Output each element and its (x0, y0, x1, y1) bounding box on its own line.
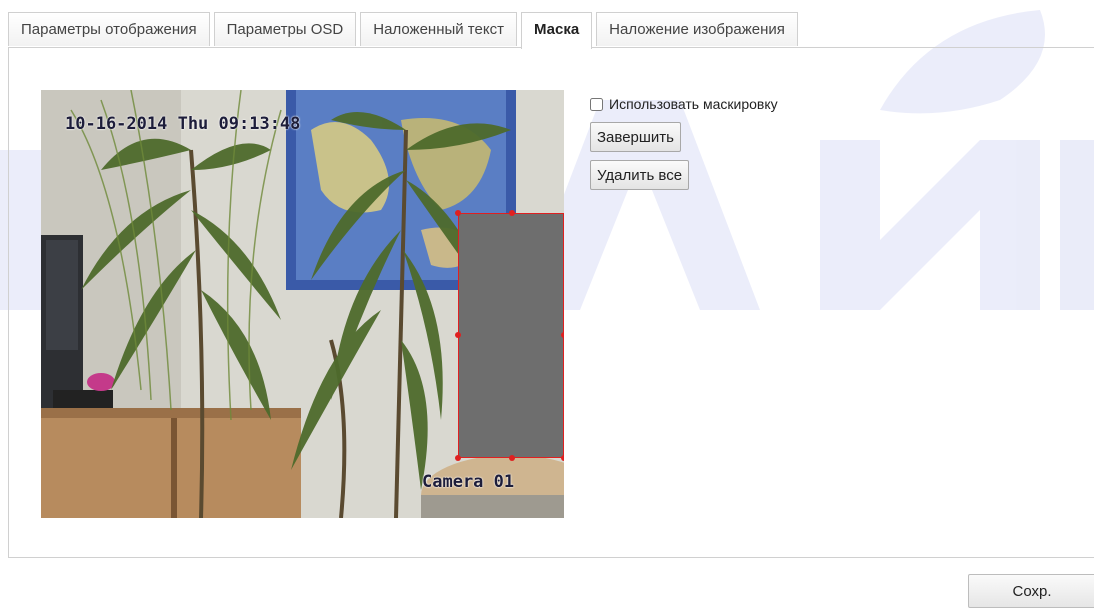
tab-text-overlay[interactable]: Наложенный текст (360, 12, 517, 46)
delete-all-button[interactable]: Удалить все (590, 160, 690, 190)
tab-mask[interactable]: Маска (520, 12, 593, 49)
save-button[interactable]: Сохр. (968, 574, 1094, 608)
tab-display-params[interactable]: Параметры отображения (8, 12, 210, 46)
resize-handle-middle-right[interactable] (561, 332, 564, 338)
osd-datetime: 10-16-2014 Thu 09:13:48 (65, 114, 301, 134)
mask-controls: Использовать маскировку Завершить Удалит… (590, 96, 778, 190)
video-preview[interactable]: 10-16-2014 Thu 09:13:48 Camera 01 (41, 90, 564, 518)
enable-mask-label: Использовать маскировку (609, 96, 778, 112)
resize-handle-top-right[interactable] (509, 210, 515, 216)
resize-handle-top-left[interactable] (455, 210, 461, 216)
enable-mask-row[interactable]: Использовать маскировку (590, 96, 778, 112)
tab-bar: Параметры отображения Параметры OSD Нало… (8, 12, 798, 49)
enable-mask-checkbox[interactable] (590, 97, 603, 111)
resize-handle-bottom-right[interactable] (561, 455, 564, 461)
resize-handle-middle-left[interactable] (455, 332, 461, 338)
osd-camera-name: Camera 01 (422, 472, 515, 492)
tab-image-overlay[interactable]: Наложение изображения (596, 12, 798, 46)
tab-osd-params[interactable]: Параметры OSD (213, 12, 357, 46)
finish-button[interactable]: Завершить (590, 122, 681, 152)
mask-region[interactable] (455, 210, 564, 461)
resize-handle-bottom-left[interactable] (455, 455, 461, 461)
resize-handle-bottom-center[interactable] (509, 455, 515, 461)
